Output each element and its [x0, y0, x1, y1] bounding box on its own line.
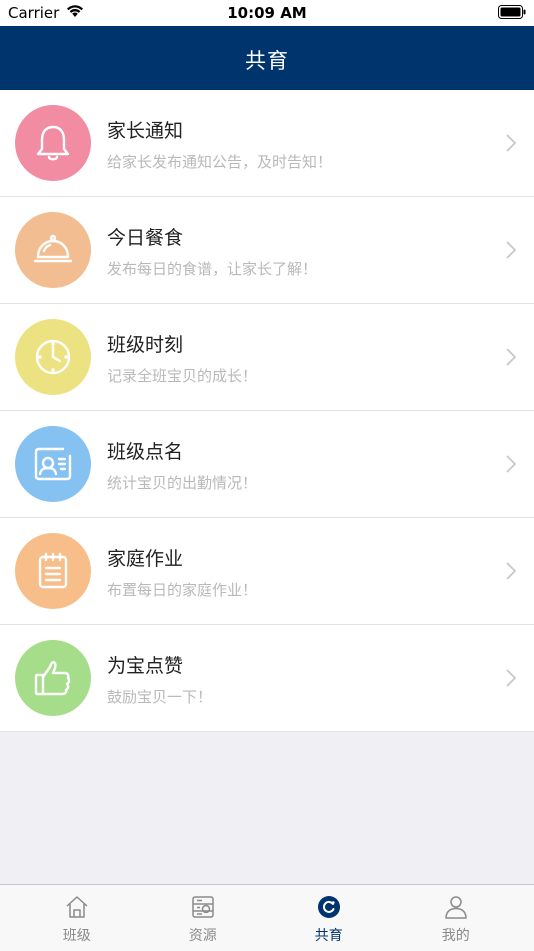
item-subtitle: 发布每日的食谱，让家长了解！	[107, 260, 318, 278]
bell-icon	[15, 105, 91, 181]
feature-list: 家长通知 给家长发布通知公告，及时告知！ 今日餐食 发布每日的食谱，让家长了解！	[0, 90, 534, 732]
clock-icon	[15, 319, 91, 395]
home-icon	[66, 896, 88, 918]
tab-resources[interactable]: 资源	[136, 885, 270, 951]
list-item-homework[interactable]: 家庭作业 布置每日的家庭作业！	[0, 518, 534, 625]
resource-icon	[192, 896, 214, 918]
item-title: 班级点名	[107, 441, 184, 463]
tab-label: 班级	[62, 928, 91, 944]
item-title: 家长通知	[107, 120, 184, 142]
tab-class[interactable]: 班级	[10, 885, 144, 951]
list-item-today-meals[interactable]: 今日餐食 发布每日的食谱，让家长了解！	[0, 197, 534, 304]
rollcall-icon	[15, 426, 91, 502]
person-icon	[445, 896, 467, 919]
navigation-bar: 共育	[0, 26, 534, 90]
item-title: 今日餐食	[107, 227, 184, 249]
page-title: 共育	[245, 49, 289, 73]
chevron-right-icon	[506, 669, 516, 687]
chevron-right-icon	[506, 348, 516, 366]
list-item-praise[interactable]: 为宝点赞 鼓励宝贝一下！	[0, 625, 534, 732]
item-subtitle: 鼓励宝贝一下！	[107, 688, 213, 706]
status-bar: Carrier 10:09 AM	[0, 0, 534, 26]
chevron-right-icon	[506, 241, 516, 259]
tab-label: 我的	[441, 928, 470, 944]
list-item-class-moments[interactable]: 班级时刻 记录全班宝贝的成长！	[0, 304, 534, 411]
coeducation-icon	[318, 896, 340, 918]
battery-icon	[498, 5, 526, 19]
tab-mine[interactable]: 我的	[389, 885, 523, 951]
item-subtitle: 记录全班宝贝的成长！	[107, 367, 258, 385]
item-subtitle: 布置每日的家庭作业！	[107, 581, 258, 599]
chevron-right-icon	[506, 455, 516, 473]
thumbs-up-icon	[15, 640, 91, 716]
tab-bar: 班级 资源 共育 我的	[0, 884, 534, 951]
list-item-parent-notice[interactable]: 家长通知 给家长发布通知公告，及时告知！	[0, 90, 534, 197]
tab-label: 资源	[188, 928, 217, 944]
dish-icon	[15, 212, 91, 288]
item-title: 家庭作业	[107, 548, 184, 570]
chevron-right-icon	[506, 134, 516, 152]
notepad-icon	[15, 533, 91, 609]
item-title: 为宝点赞	[107, 655, 184, 677]
list-item-roll-call[interactable]: 班级点名 统计宝贝的出勤情况！	[0, 411, 534, 518]
item-subtitle: 给家长发布通知公告，及时告知！	[107, 153, 333, 171]
item-subtitle: 统计宝贝的出勤情况！	[107, 474, 258, 492]
tab-label: 共育	[314, 928, 343, 944]
status-time: 10:09 AM	[227, 4, 307, 22]
item-title: 班级时刻	[107, 334, 184, 356]
chevron-right-icon	[506, 562, 516, 580]
tab-coeducation[interactable]: 共育	[262, 885, 396, 951]
